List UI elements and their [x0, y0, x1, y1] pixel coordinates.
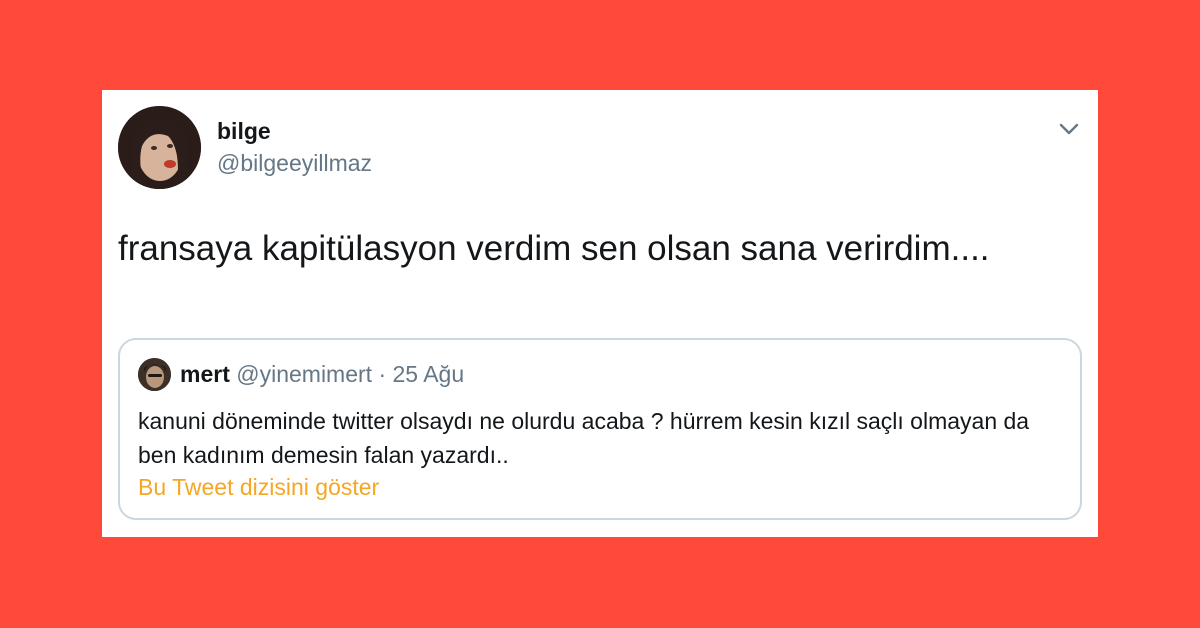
quoted-author-handle[interactable]: @yinemimert: [236, 361, 372, 387]
quoted-date[interactable]: 25 Ağu: [393, 361, 465, 387]
quoted-author-avatar[interactable]: [138, 358, 171, 391]
quoted-header: mert @yinemimert · 25 Ağu: [180, 361, 464, 388]
quoted-tweet[interactable]: mert @yinemimert · 25 Ağu kanuni dönemin…: [118, 338, 1082, 520]
tweet-card: bilge @bilgeeyillmaz fransaya kapitülasy…: [102, 90, 1098, 537]
show-thread-link[interactable]: Bu Tweet dizisini göster: [138, 474, 379, 501]
author-handle[interactable]: @bilgeeyillmaz: [217, 150, 372, 177]
tweet-text: fransaya kapitülasyon verdim sen olsan s…: [118, 229, 990, 268]
author-avatar[interactable]: [118, 106, 201, 189]
quoted-avatar-image: [138, 358, 171, 391]
avatar-image: [118, 106, 201, 189]
quoted-author-name[interactable]: mert: [180, 361, 230, 387]
quoted-text: kanuni döneminde twitter olsaydı ne olur…: [138, 408, 1030, 468]
header-separator: ·: [378, 361, 387, 387]
author-name[interactable]: bilge: [217, 118, 271, 145]
chevron-down-icon[interactable]: [1058, 118, 1080, 140]
